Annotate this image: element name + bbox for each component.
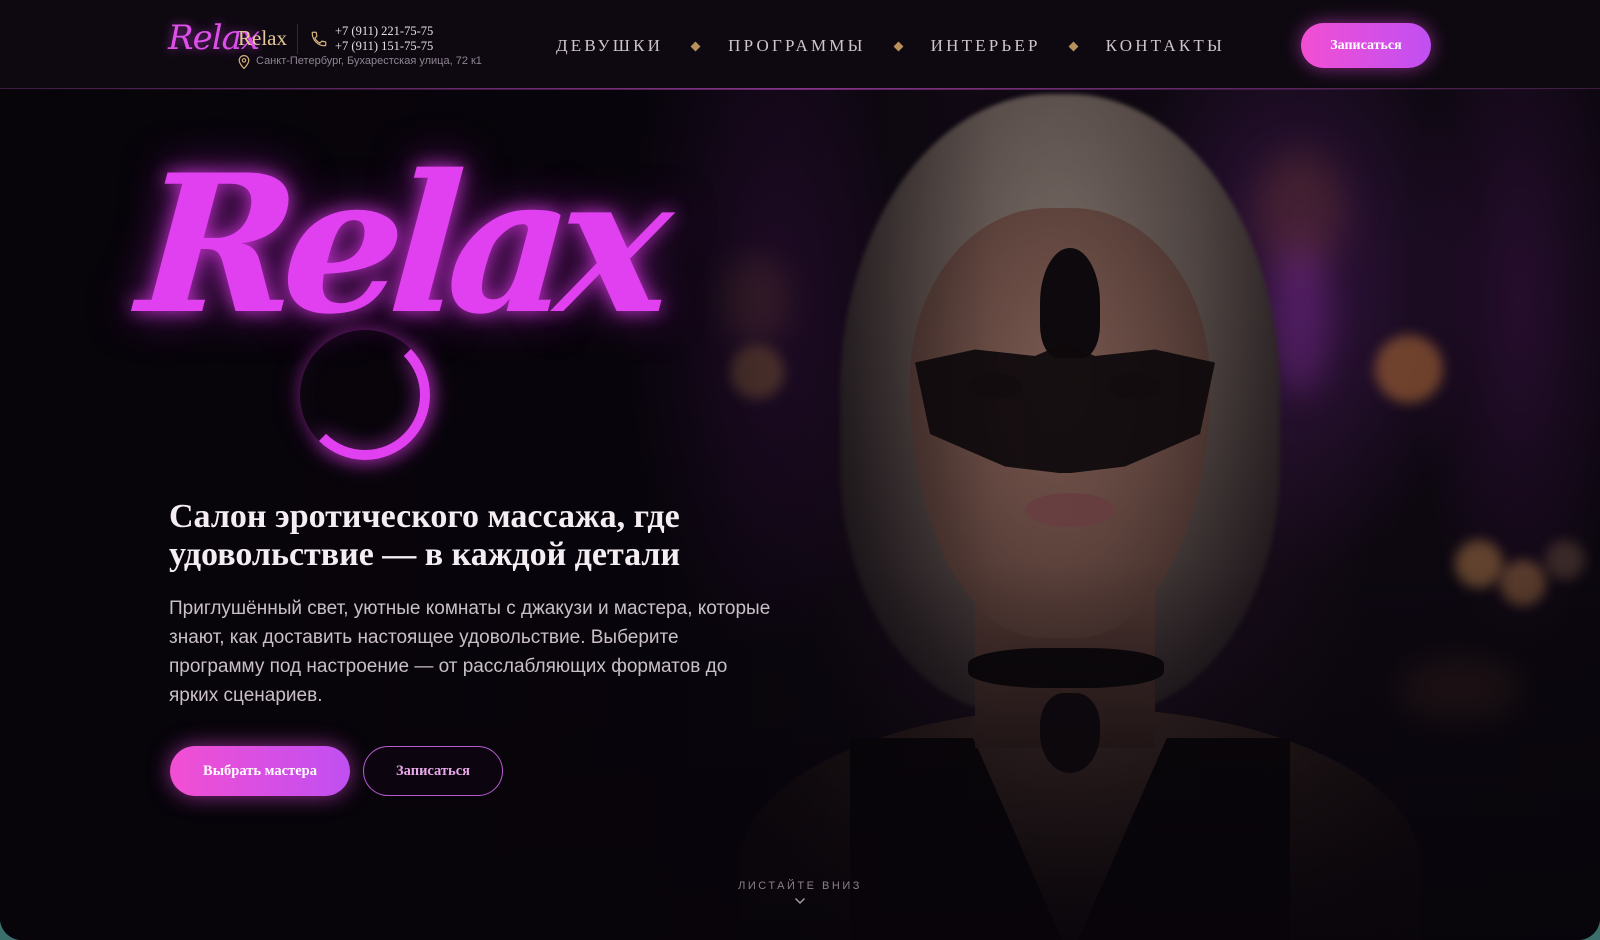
hero-title-line: удовольствие — в каждой детали xyxy=(169,536,681,573)
phone-number-1[interactable]: +7 (911) 221-75-75 xyxy=(335,24,433,39)
choose-master-button[interactable]: Выбрать мастера xyxy=(170,746,350,796)
page-frame: Relax Relax +7 (911) 221-75-75 +7 (911) … xyxy=(0,0,1600,940)
nav-diamond-separator xyxy=(690,41,701,51)
nav-interior[interactable]: ИНТЕРЬЕР xyxy=(931,36,1041,56)
phone-number-2[interactable]: +7 (911) 151-75-75 xyxy=(335,39,433,54)
site-header: Relax Relax +7 (911) 221-75-75 +7 (911) … xyxy=(0,0,1600,90)
hero-book-button[interactable]: Записаться xyxy=(363,746,503,796)
nav-girls[interactable]: ДЕВУШКИ xyxy=(556,36,663,56)
main-nav: ДЕВУШКИ ПРОГРАММЫ ИНТЕРЬЕР КОНТАКТЫ xyxy=(556,33,1225,59)
map-pin-icon xyxy=(238,55,250,69)
hero-description: Приглушённый свет, уютные комнаты с джак… xyxy=(169,598,771,706)
phone-icon xyxy=(311,31,327,47)
scroll-hint[interactable]: ЛИСТАЙТЕ ВНИЗ xyxy=(700,880,900,892)
address-text: Санкт-Петербург, Бухарестская улица, 72 … xyxy=(256,55,482,67)
hero-neon-logo: Relax xyxy=(132,133,666,356)
header-divider xyxy=(297,24,298,54)
header-logo-word[interactable]: Relax xyxy=(238,26,287,51)
neon-logo-flourish xyxy=(300,330,430,460)
nav-contacts[interactable]: КОНТАКТЫ xyxy=(1106,36,1225,56)
nav-programs[interactable]: ПРОГРАММЫ xyxy=(728,36,865,56)
nav-diamond-separator xyxy=(1068,41,1079,51)
chevron-down-icon[interactable] xyxy=(794,896,806,906)
nav-diamond-separator xyxy=(893,41,904,51)
header-book-button[interactable]: Записаться xyxy=(1301,23,1431,68)
hero-title: Салон эротического массажа, где удовольс… xyxy=(169,498,789,574)
hero-title-line: Салон эротического массажа, где xyxy=(169,498,680,535)
phone-numbers: +7 (911) 221-75-75 +7 (911) 151-75-75 xyxy=(335,24,433,54)
